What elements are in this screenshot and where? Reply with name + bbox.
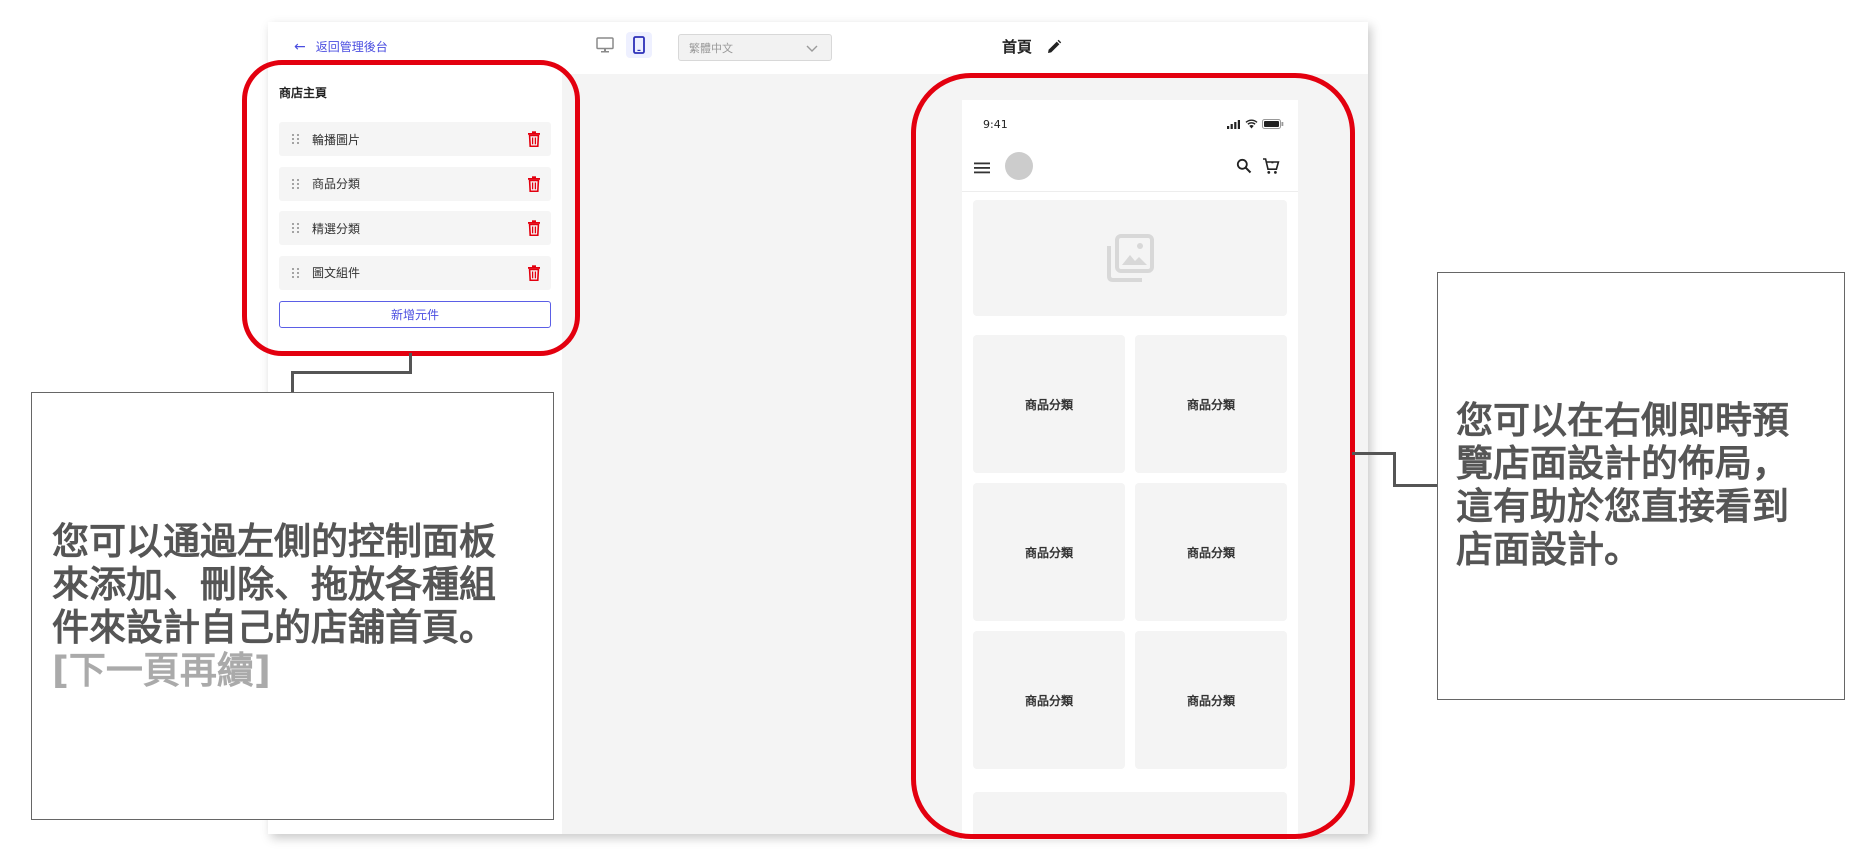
- back-to-admin-label: 返回管理後台: [315, 40, 388, 54]
- phone-status-bar: 9:41: [962, 100, 1298, 146]
- callout-line: 件來設計自己的店舖首頁。: [52, 606, 496, 649]
- callout-line: 來添加、刪除、拖放各種組: [52, 563, 496, 606]
- category-card[interactable]: 商品分類: [973, 631, 1125, 769]
- left-callout-text: 您可以通過左側的控制面板 來添加、刪除、拖放各種組 件來設計自己的店舖首頁。 […: [52, 520, 496, 692]
- callout-line: 店面設計。: [1456, 528, 1641, 571]
- right-callout-text: 您可以在右側即時預 覽店面設計的佈局， 這有助於您直接看到 店面設計。: [1456, 399, 1789, 571]
- preview-app-header: [962, 146, 1298, 192]
- component-label: 圖文組件: [312, 266, 361, 280]
- battery-icon: [1262, 119, 1284, 129]
- drag-handle-icon[interactable]: [292, 267, 300, 278]
- component-item[interactable]: 輪播圖片: [279, 122, 551, 156]
- right-connector-line: [1393, 484, 1438, 487]
- language-select[interactable]: 繁體中文: [678, 34, 832, 61]
- section-title: 商店主頁: [279, 86, 328, 100]
- featured-section-card[interactable]: [973, 792, 1287, 840]
- store-logo[interactable]: [1005, 152, 1033, 180]
- language-select-value: 繁體中文: [689, 41, 733, 55]
- trash-icon[interactable]: [527, 220, 541, 236]
- callout-line: 您可以在右側即時預: [1456, 399, 1789, 442]
- mobile-preview: 9:41 商品分類 商品分類 商品分類 商品分類 商品分類 商品分類: [962, 100, 1298, 840]
- right-connector-line: [1393, 452, 1396, 487]
- right-instruction-callout: 您可以在右側即時預 覽店面設計的佈局， 這有助於您直接看到 店面設計。: [1437, 272, 1845, 700]
- hamburger-menu-icon[interactable]: [974, 162, 990, 174]
- category-card[interactable]: 商品分類: [1135, 631, 1287, 769]
- cart-icon[interactable]: [1262, 157, 1280, 175]
- callout-line: 您可以通過左側的控制面板: [52, 520, 496, 563]
- trash-icon[interactable]: [527, 264, 541, 281]
- editor-topbar: 繁體中文 首頁: [562, 22, 1368, 74]
- right-connector-line: [1352, 452, 1395, 455]
- add-component-button[interactable]: 新增元件: [279, 301, 551, 328]
- arrow-left-icon: ←: [294, 38, 306, 55]
- drag-handle-icon[interactable]: [292, 223, 300, 233]
- drag-handle-icon[interactable]: [292, 134, 300, 144]
- signal-icon: [1227, 119, 1240, 129]
- component-label: 輪播圖片: [312, 132, 361, 147]
- component-item[interactable]: 商品分類: [279, 166, 551, 201]
- category-card[interactable]: 商品分類: [973, 483, 1125, 621]
- left-connector-line: [291, 371, 294, 393]
- category-card[interactable]: 商品分類: [1135, 335, 1287, 473]
- search-icon[interactable]: [1236, 158, 1252, 174]
- category-card[interactable]: 商品分類: [973, 335, 1125, 473]
- pencil-edit-icon[interactable]: [1046, 39, 1062, 55]
- drag-handle-icon[interactable]: [292, 178, 300, 189]
- component-label: 商品分類: [312, 177, 361, 191]
- status-icons: [1227, 119, 1284, 129]
- wifi-icon: [1245, 119, 1258, 129]
- callout-line: 覽店面設計的佈局，: [1456, 442, 1789, 485]
- left-connector-line: [291, 371, 412, 374]
- chevron-down-icon: [806, 45, 818, 52]
- desktop-view-button[interactable]: [592, 32, 618, 58]
- mobile-phone-icon: [633, 36, 645, 54]
- left-instruction-callout: 您可以通過左側的控制面板 來添加、刪除、拖放各種組 件來設計自己的店舖首頁。 […: [31, 392, 554, 820]
- page-title: 首頁: [1002, 36, 1062, 57]
- mobile-view-button[interactable]: [626, 32, 652, 58]
- category-grid: 商品分類 商品分類 商品分類 商品分類 商品分類 商品分類: [973, 335, 1287, 769]
- trash-icon[interactable]: [527, 131, 541, 147]
- status-time: 9:41: [983, 118, 1008, 131]
- left-connector-line: [409, 353, 412, 373]
- carousel-banner[interactable]: [973, 200, 1287, 316]
- tutorial-canvas: ← 返回管理後台 商店主頁 輪播圖片 商品分類 精選分類 圖文組件 新增元件 繁…: [0, 0, 1856, 851]
- image-gallery-icon: [1107, 234, 1154, 282]
- category-card[interactable]: 商品分類: [1135, 483, 1287, 621]
- page-title-text: 首頁: [1002, 38, 1033, 56]
- component-label: 精選分類: [312, 221, 361, 236]
- component-item[interactable]: 圖文組件: [279, 255, 551, 290]
- desktop-icon: [596, 37, 614, 53]
- back-to-admin-link[interactable]: ← 返回管理後台: [294, 38, 388, 55]
- component-list: 輪播圖片 商品分類 精選分類 圖文組件: [279, 122, 551, 300]
- continued-next-page-note: [下一頁再續]: [52, 649, 271, 692]
- callout-line: 這有助於您直接看到: [1456, 485, 1789, 528]
- component-item[interactable]: 精選分類: [279, 211, 551, 245]
- trash-icon[interactable]: [527, 175, 541, 192]
